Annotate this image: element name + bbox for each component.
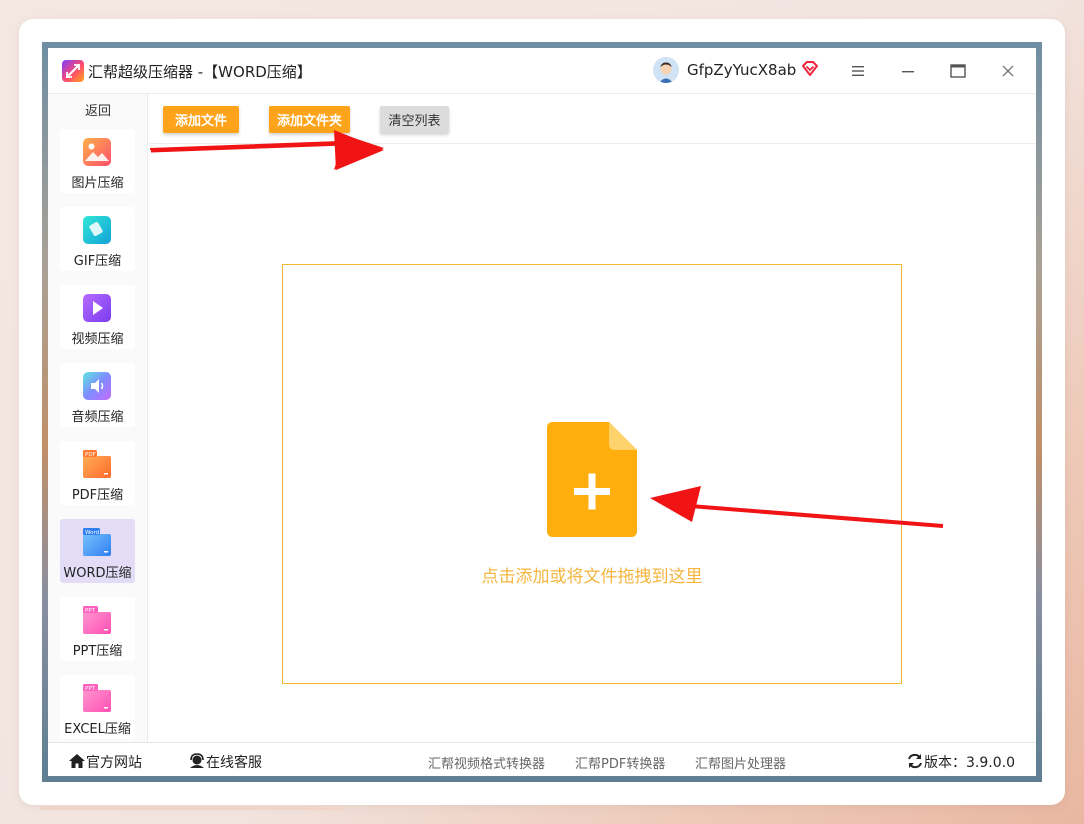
- icon-badge-text: PDF: [85, 452, 96, 458]
- image-processor-link[interactable]: 汇帮图片处理器: [695, 753, 786, 772]
- sidebar-item-label: EXCEL压缩: [64, 722, 131, 737]
- pdf-icon: PDF: [82, 449, 112, 479]
- menu-icon[interactable]: [845, 58, 871, 84]
- username[interactable]: GfpZyYucX8ab: [687, 61, 796, 79]
- clear-list-button[interactable]: 清空列表: [380, 106, 449, 133]
- frame-shadow: [40, 806, 345, 810]
- word-icon: Word: [82, 527, 112, 557]
- ppt-icon: PPT: [82, 605, 112, 635]
- excel-icon: PPT: [82, 683, 112, 713]
- app-logo-icon: [62, 60, 84, 82]
- customer-service-icon: [190, 753, 204, 768]
- title-bar: 汇帮超级压缩器 -【WORD压缩】 GfpZyYucX8ab: [48, 48, 1036, 94]
- icon-badge-text: PPT: [85, 608, 96, 614]
- online-support-label: 在线客服: [206, 755, 262, 771]
- close-icon[interactable]: [995, 58, 1021, 84]
- app-window: 汇帮超级压缩器 -【WORD压缩】 GfpZyYucX8ab 返回 图片压缩 G…: [48, 48, 1036, 776]
- sidebar-item-label: 视频压缩: [71, 332, 124, 347]
- sidebar-item-label: GIF压缩: [73, 254, 122, 269]
- add-folder-button[interactable]: 添加文件夹: [269, 106, 350, 133]
- icon-badge-text: PPT: [85, 686, 96, 692]
- sidebar-item-ppt[interactable]: PPT PPT压缩: [60, 597, 135, 661]
- sidebar-item-excel[interactable]: PPT EXCEL压缩: [60, 675, 135, 739]
- sidebar-item-label: PPT压缩: [72, 644, 123, 659]
- refresh-icon: [908, 753, 922, 769]
- toolbar: 添加文件 添加文件夹 清空列表: [149, 94, 1036, 144]
- sidebar-item-word[interactable]: Word WORD压缩: [60, 519, 135, 583]
- back-button[interactable]: 返回: [48, 100, 148, 119]
- image-icon: [82, 137, 112, 167]
- official-website-link[interactable]: 官方网站: [68, 752, 142, 772]
- window-title: 汇帮超级压缩器 -【WORD压缩】: [88, 63, 312, 81]
- gif-icon: [82, 215, 112, 245]
- audio-icon: [82, 371, 112, 401]
- sidebar: 返回 图片压缩 GIF压缩 视频压缩 音频压缩 PDF PDF压缩 Word W…: [48, 94, 148, 742]
- status-bar: 官方网站 在线客服 汇帮视频格式转换器 汇帮PDF转换器 汇帮图片处理器 版本：…: [48, 742, 1036, 776]
- video-converter-link[interactable]: 汇帮视频格式转换器: [428, 753, 545, 772]
- sidebar-item-gif[interactable]: GIF压缩: [60, 207, 135, 271]
- file-drop-zone[interactable]: 点击添加或将文件拖拽到这里: [282, 264, 902, 684]
- vip-diamond-icon[interactable]: [800, 59, 820, 83]
- version-number: 3.9.0.0: [966, 755, 1015, 771]
- online-support-link[interactable]: 在线客服: [188, 752, 262, 772]
- home-icon: [69, 754, 85, 768]
- add-file-icon[interactable]: [547, 422, 637, 541]
- sidebar-item-label: PDF压缩: [71, 488, 124, 503]
- sidebar-item-label: WORD压缩: [63, 566, 132, 581]
- maximize-icon[interactable]: [945, 58, 971, 84]
- icon-badge-text: Word: [85, 530, 99, 536]
- sidebar-item-label: 音频压缩: [71, 410, 124, 425]
- sidebar-item-pdf[interactable]: PDF PDF压缩: [60, 441, 135, 505]
- video-icon: [82, 293, 112, 323]
- sidebar-item-image[interactable]: 图片压缩: [60, 129, 135, 193]
- add-file-button[interactable]: 添加文件: [163, 106, 239, 133]
- minimize-icon[interactable]: [895, 58, 921, 84]
- sidebar-item-label: 图片压缩: [71, 176, 124, 191]
- user-avatar[interactable]: [653, 57, 679, 83]
- pdf-converter-link[interactable]: 汇帮PDF转换器: [575, 753, 665, 772]
- official-website-label: 官方网站: [86, 755, 142, 771]
- sidebar-item-audio[interactable]: 音频压缩: [60, 363, 135, 427]
- drop-hint-text: 点击添加或将文件拖拽到这里: [481, 567, 703, 587]
- version-info[interactable]: 版本：3.9.0.0: [906, 752, 1015, 772]
- sidebar-item-video[interactable]: 视频压缩: [60, 285, 135, 349]
- version-label: 版本：: [924, 755, 966, 771]
